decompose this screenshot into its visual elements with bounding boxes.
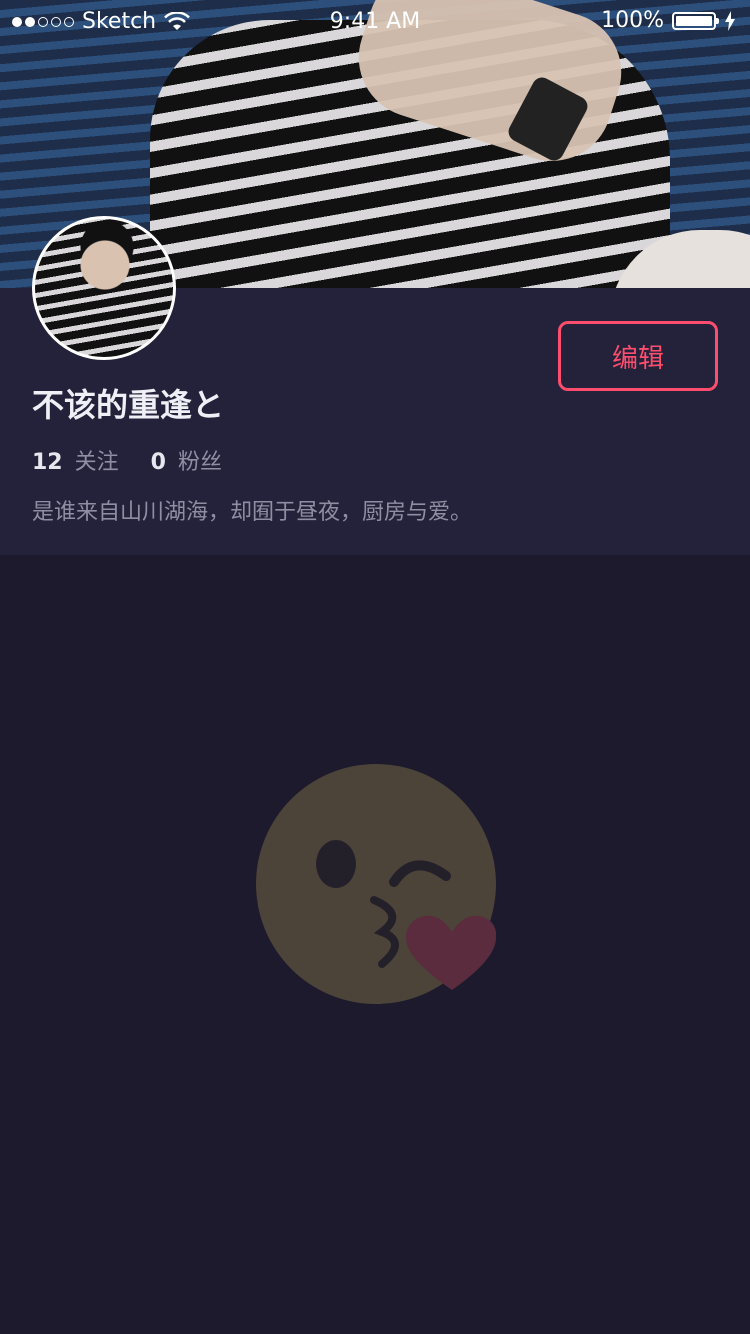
following-count: 12: [32, 450, 63, 475]
battery-icon: [672, 11, 719, 30]
status-bar: Sketch 9:41 AM 100%: [0, 0, 750, 40]
avatar[interactable]: [32, 216, 176, 360]
battery-percent: 100%: [601, 8, 664, 33]
following-label: 关注: [74, 450, 119, 475]
followers-stat[interactable]: 0 粉丝: [151, 444, 222, 476]
edit-profile-button[interactable]: 编辑: [558, 321, 718, 391]
following-stat[interactable]: 12 关注: [32, 444, 119, 476]
charging-icon: [725, 10, 735, 31]
followers-count: 0: [150, 450, 166, 475]
profile-stats: 12 关注 0 粉丝: [32, 444, 242, 476]
profile-name: 不该的重逢と: [32, 386, 225, 424]
profile-bio: 是谁来自山川湖海，却囿于昼夜，厨房与爱。: [32, 500, 473, 525]
kissing-face-icon: [256, 764, 496, 1004]
status-right: 100%: [601, 8, 736, 33]
followers-label: 粉丝: [177, 450, 222, 475]
